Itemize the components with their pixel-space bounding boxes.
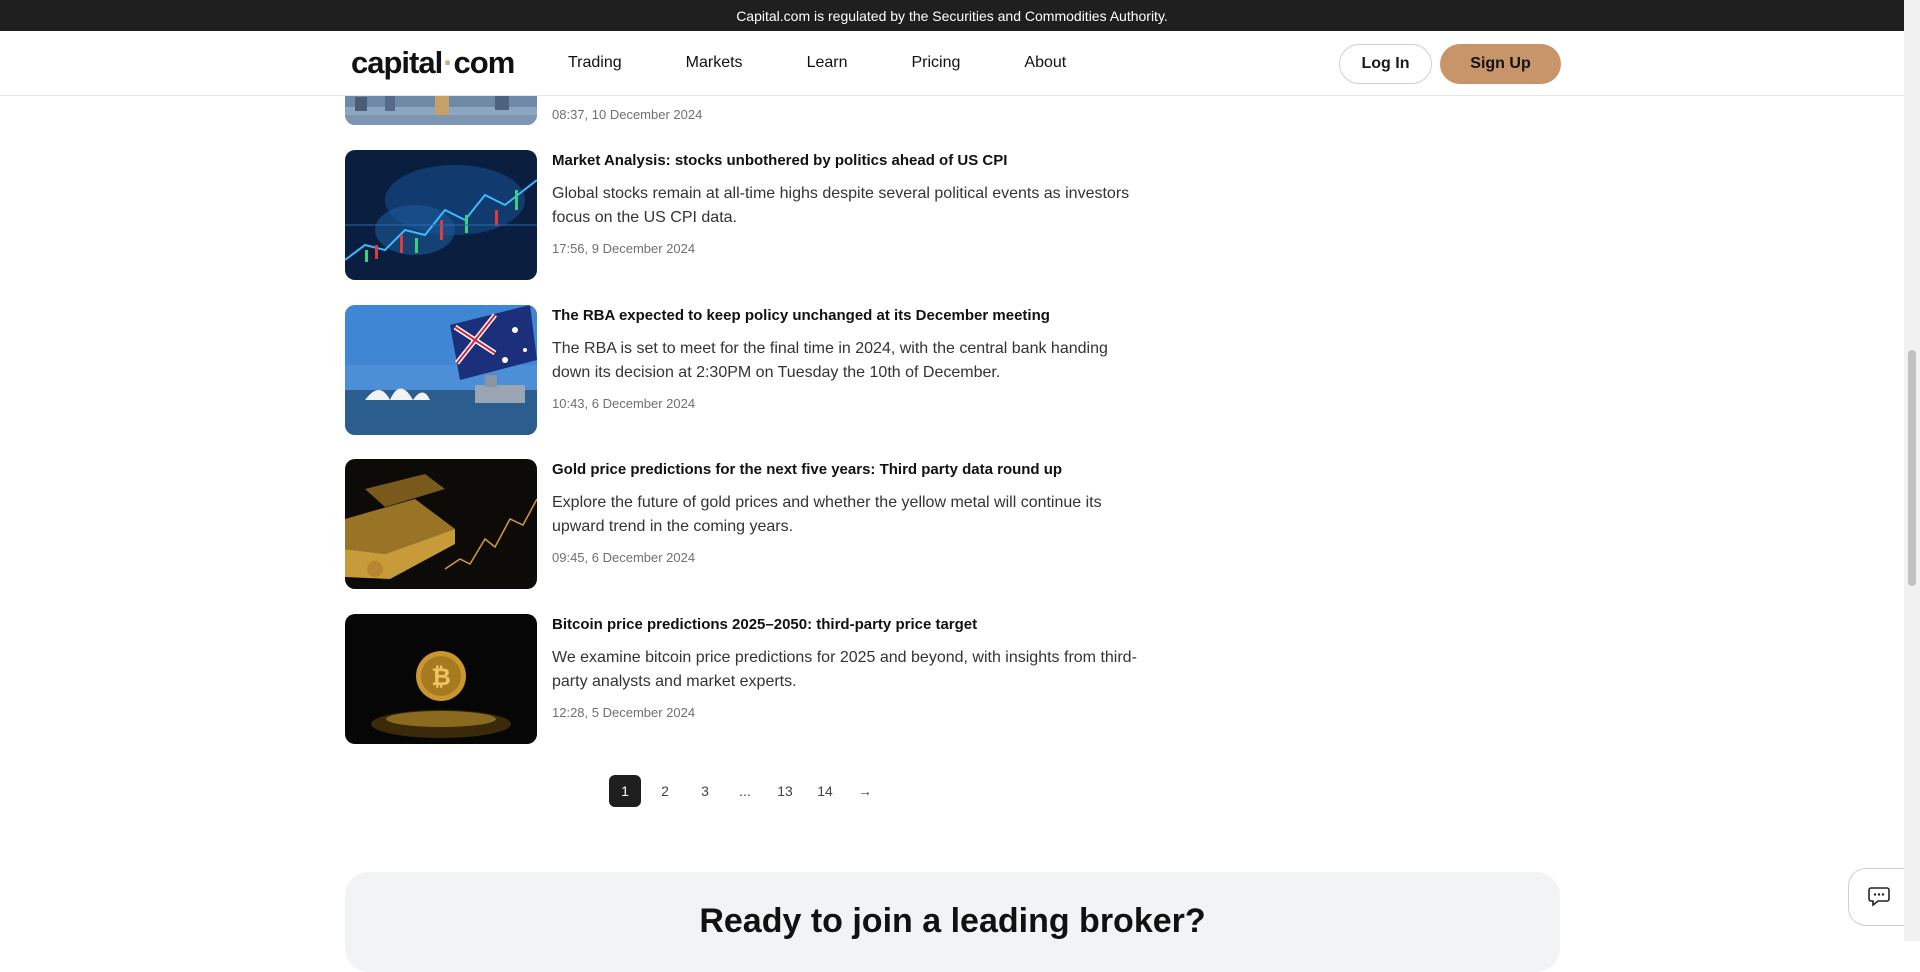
logo-text-left: capital bbox=[351, 45, 443, 80]
article-title[interactable]: Bitcoin price predictions 2025–2050: thi… bbox=[552, 616, 977, 633]
stock-chart-image[interactable] bbox=[345, 150, 537, 280]
nav-markets[interactable]: Markets bbox=[686, 54, 743, 72]
nav-about[interactable]: About bbox=[1024, 54, 1066, 72]
next-page-arrow-icon[interactable]: → bbox=[849, 775, 881, 807]
logo-dot: · bbox=[443, 45, 453, 80]
page-2-button[interactable]: 2 bbox=[649, 775, 681, 807]
nav-trading[interactable]: Trading bbox=[568, 54, 622, 72]
cta-title: Ready to join a leading broker? bbox=[699, 902, 1206, 940]
article-item: ₿ Bitcoin price predictions 2025–2050: t… bbox=[345, 614, 1145, 744]
article-title[interactable]: Gold price predictions for the next five… bbox=[552, 461, 1062, 478]
gold-bars-image[interactable] bbox=[345, 459, 537, 589]
article-item: Market Analysis: stocks unbothered by po… bbox=[345, 150, 1145, 280]
scrollbar-thumb[interactable] bbox=[1908, 350, 1916, 586]
site-header: capital · com Trading Markets Learn Pricin… bbox=[0, 31, 1904, 96]
svg-text:₿: ₿ bbox=[431, 663, 451, 691]
article-item: The RBA expected to keep policy unchange… bbox=[345, 305, 1145, 435]
article-time-partial: 08:37, 10 December 2024 bbox=[552, 107, 703, 122]
article-description: The RBA is set to meet for the final tim… bbox=[552, 340, 1108, 381]
page-scrollbar[interactable] bbox=[1904, 0, 1920, 941]
regulatory-banner: Capital.com is regulated by the Securiti… bbox=[0, 0, 1904, 31]
australia-flag-sydney-image[interactable] bbox=[345, 305, 537, 435]
article-description: Explore the future of gold prices and wh… bbox=[552, 494, 1102, 535]
signup-button[interactable]: Sign Up bbox=[1440, 44, 1561, 84]
article-title[interactable]: The RBA expected to keep policy unchange… bbox=[552, 307, 1050, 324]
article-time: 12:28, 5 December 2024 bbox=[552, 705, 696, 720]
chat-button[interactable] bbox=[1848, 868, 1910, 926]
pagination: 1 2 3 ... 13 14 → bbox=[609, 775, 889, 807]
article-time: 10:43, 6 December 2024 bbox=[552, 396, 696, 411]
article-item: Gold price predictions for the next five… bbox=[345, 459, 1145, 589]
capital-com-logo[interactable]: capital · com bbox=[351, 45, 516, 81]
chat-icon bbox=[1867, 883, 1891, 912]
nav-pricing[interactable]: Pricing bbox=[911, 54, 960, 72]
cta-banner: Ready to join a leading broker? bbox=[345, 872, 1560, 972]
article-description: We examine bitcoin price predictions for… bbox=[552, 649, 1137, 690]
page-14-button[interactable]: 14 bbox=[809, 775, 841, 807]
article-description: Global stocks remain at all-time highs d… bbox=[552, 185, 1130, 226]
article-time: 17:56, 9 December 2024 bbox=[552, 241, 696, 256]
bitcoin-coin-image[interactable]: ₿ bbox=[345, 614, 537, 744]
article-thumbnail-partial[interactable] bbox=[345, 95, 537, 125]
page-3-button[interactable]: 3 bbox=[689, 775, 721, 807]
page-ellipsis: ... bbox=[739, 783, 751, 799]
page-1-button[interactable]: 1 bbox=[609, 775, 641, 807]
login-button[interactable]: Log In bbox=[1339, 44, 1432, 84]
page-13-button[interactable]: 13 bbox=[769, 775, 801, 807]
main-nav: Trading Markets Learn Pricing About bbox=[568, 31, 1130, 95]
nav-learn[interactable]: Learn bbox=[807, 54, 848, 72]
regulatory-text: Capital.com is regulated by the Securiti… bbox=[736, 7, 1168, 24]
logo-text-right: com bbox=[453, 45, 516, 80]
article-title[interactable]: Market Analysis: stocks unbothered by po… bbox=[552, 152, 1007, 169]
article-time: 09:45, 6 December 2024 bbox=[552, 550, 696, 565]
